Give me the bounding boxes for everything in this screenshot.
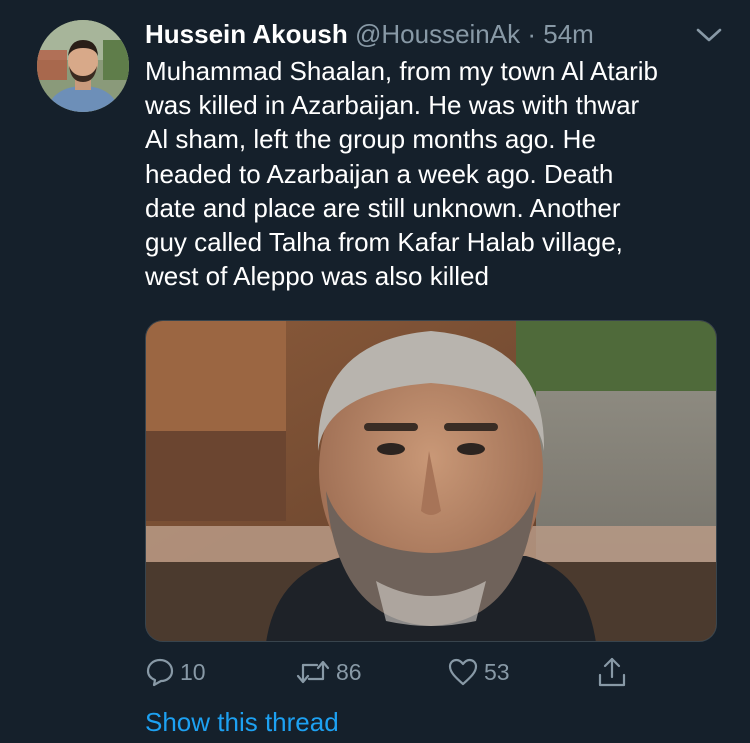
action-bar: 10 86 53 — [145, 652, 645, 692]
tweet-text: Muhammad Shaalan, from my town Al Atarib… — [145, 56, 659, 292]
retweet-arrows-icon — [296, 660, 330, 684]
photo-image — [146, 321, 716, 641]
avatar[interactable] — [37, 20, 129, 112]
heart-icon — [448, 658, 478, 686]
share-button[interactable] — [595, 652, 629, 692]
chevron-down-icon[interactable] — [694, 22, 724, 48]
display-name[interactable]: Hussein Akoush — [145, 19, 348, 49]
tweet[interactable]: Hussein Akoush @HousseinAk · 54m Muhamma… — [0, 0, 750, 743]
share-upload-icon — [598, 657, 626, 687]
tweet-header: Hussein Akoush @HousseinAk · 54m — [145, 16, 665, 52]
tweet-photo[interactable] — [145, 320, 717, 642]
reply-count: 10 — [180, 658, 206, 685]
avatar-image — [37, 20, 129, 112]
speech-bubble-icon — [146, 658, 174, 687]
reply-button[interactable]: 10 — [145, 652, 206, 692]
retweet-button[interactable]: 86 — [295, 652, 362, 692]
separator-dot: · — [527, 19, 537, 49]
retweet-count: 86 — [336, 658, 362, 685]
timestamp[interactable]: 54m — [543, 19, 594, 49]
show-thread-link[interactable]: Show this thread — [145, 704, 339, 740]
like-count: 53 — [484, 658, 510, 685]
like-button[interactable]: 53 — [447, 652, 510, 692]
user-handle[interactable]: @HousseinAk — [355, 19, 520, 49]
